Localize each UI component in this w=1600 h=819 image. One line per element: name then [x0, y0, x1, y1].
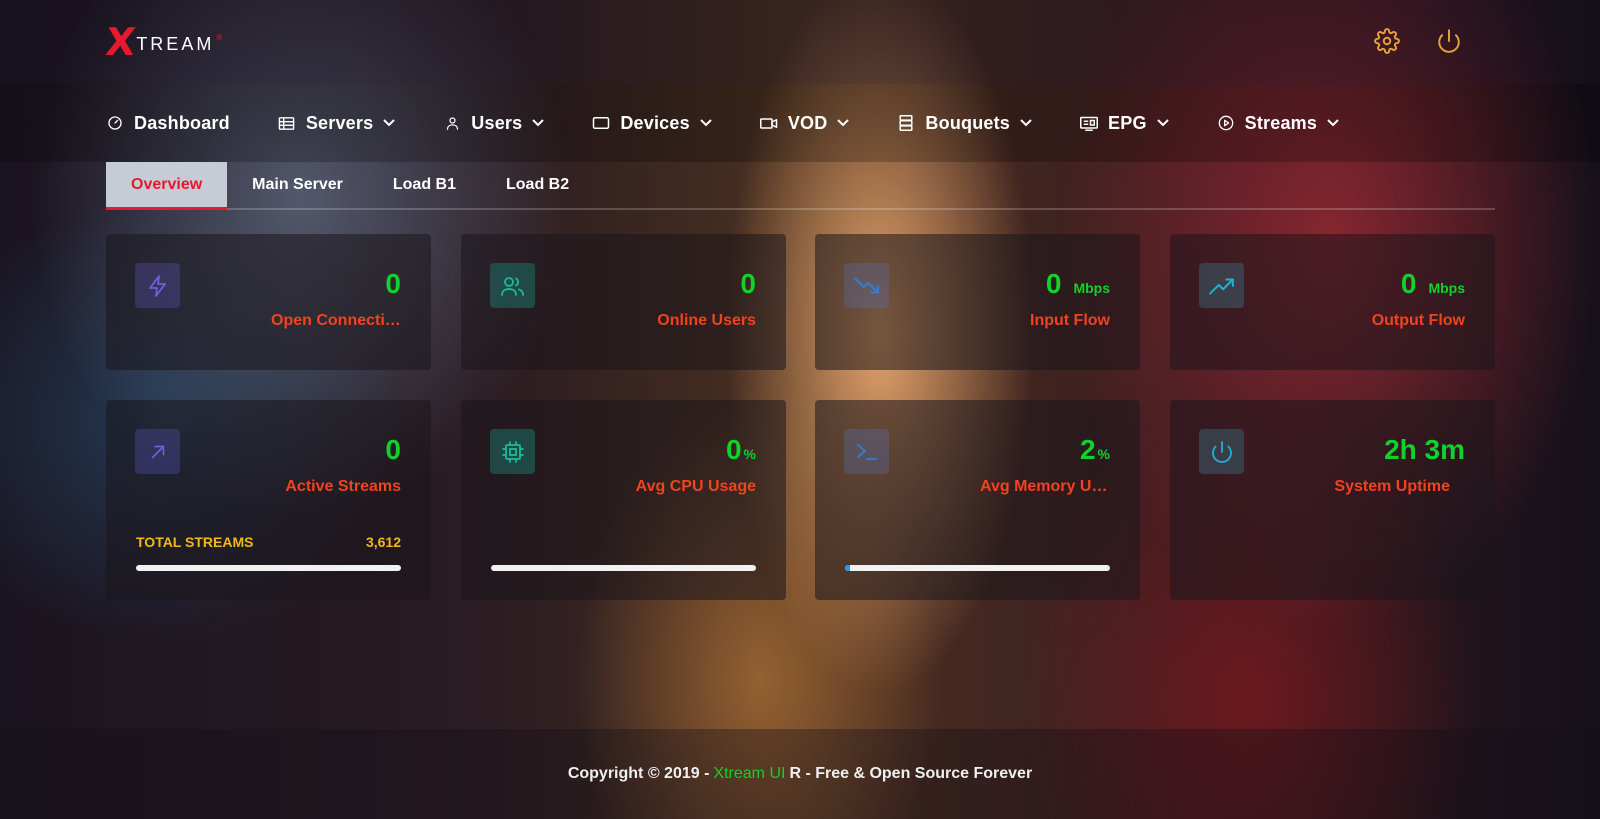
nav-vod-label: VOD — [787, 112, 828, 133]
online-users-value: 0 — [740, 268, 756, 299]
tab-load-b2[interactable]: Load B2 — [481, 162, 594, 208]
footer-tagline: R - Free & Open Source Forever — [789, 765, 1033, 782]
chevron-down-icon — [837, 117, 850, 129]
system-uptime-value: 2h 3m — [1384, 434, 1465, 465]
cpu-icon — [490, 429, 535, 474]
total-streams-value: 3,612 — [365, 534, 401, 550]
bolt-icon — [135, 263, 180, 308]
nav-dashboard-label: Dashboard — [134, 112, 230, 133]
trending-up-icon — [1199, 263, 1244, 308]
nav-users[interactable]: Users — [443, 112, 545, 134]
nav-epg[interactable]: EPG — [1080, 113, 1169, 134]
active-streams-value: 0 — [385, 434, 401, 465]
system-uptime-caption: System Uptime — [1334, 478, 1450, 495]
footer-copyright: Copyright © 2019 - — [567, 765, 710, 782]
output-flow-caption: Output Flow — [1371, 312, 1465, 329]
avg-memory-progress — [845, 565, 1110, 571]
video-icon — [759, 114, 778, 132]
user-icon — [443, 114, 461, 132]
nav-bouquets-label: Bouquets — [925, 112, 1011, 133]
active-streams-progress — [136, 565, 401, 571]
online-users-caption: Online Users — [657, 312, 756, 329]
nav-streams[interactable]: Streams — [1217, 113, 1339, 134]
chevron-down-icon — [1020, 117, 1032, 129]
total-streams-row: TOTAL STREAMS 3,612 — [136, 534, 401, 550]
card-output-flow: 0 Mbps Output Flow — [1170, 234, 1495, 370]
arrow-up-right-icon — [135, 429, 180, 474]
trending-down-icon — [844, 263, 889, 308]
users-icon — [490, 263, 535, 308]
active-streams-caption: Active Streams — [285, 478, 401, 495]
input-flow-caption: Input Flow — [1030, 312, 1110, 329]
nav-users-label: Users — [471, 112, 523, 133]
database-icon — [897, 114, 915, 132]
tab-main-server[interactable]: Main Server — [227, 162, 368, 208]
nav-vod[interactable]: VOD — [759, 112, 850, 134]
card-system-uptime: 2h 3m System Uptime — [1170, 400, 1495, 600]
top-actions — [1372, 26, 1464, 56]
footer-brand-link[interactable]: Xtream UI — [713, 765, 785, 783]
chevron-down-icon — [1156, 117, 1169, 129]
terminal-icon — [844, 429, 889, 474]
logo-x: X — [103, 20, 138, 64]
gear-icon[interactable] — [1372, 26, 1402, 56]
chevron-down-icon — [383, 117, 396, 129]
nav-servers[interactable]: Servers — [278, 112, 396, 134]
chevron-down-icon — [700, 117, 712, 129]
server-tabs: Overview Main Server Load B1 Load B2 — [106, 162, 1495, 210]
input-flow-value: 0 Mbps — [1045, 268, 1110, 299]
card-open-connections: 0 Open Connections — [106, 234, 431, 370]
nav-devices[interactable]: Devices — [592, 112, 712, 134]
top-bar: X TREAM ® — [0, 0, 1600, 84]
card-avg-cpu: 0% Avg CPU Usage — [461, 400, 786, 600]
tab-overview[interactable]: Overview — [106, 162, 228, 210]
avg-cpu-value: 0% — [725, 434, 756, 465]
chevron-down-icon — [1327, 117, 1339, 129]
open-connections-caption: Open Connections — [271, 312, 401, 329]
nav-servers-label: Servers — [305, 112, 374, 133]
avg-cpu-caption: Avg CPU Usage — [635, 478, 756, 495]
card-avg-memory: 2% Avg Memory Usage — [815, 400, 1140, 600]
nav-devices-label: Devices — [620, 112, 690, 133]
card-input-flow: 0 Mbps Input Flow — [815, 234, 1140, 370]
avg-cpu-progress — [491, 565, 756, 571]
nav-epg-label: EPG — [1108, 112, 1147, 133]
nav-dashboard[interactable]: Dashboard — [106, 113, 230, 134]
tab-load-b1[interactable]: Load B1 — [368, 162, 481, 208]
nav-bouquets[interactable]: Bouquets — [897, 113, 1032, 134]
card-active-streams: 0 Active Streams TOTAL STREAMS 3,612 — [106, 400, 431, 600]
server-list-icon — [278, 114, 296, 132]
total-streams-label: TOTAL STREAMS — [136, 534, 254, 550]
avg-memory-value: 2% — [1079, 434, 1110, 465]
card-online-users: 0 Online Users — [461, 234, 786, 370]
power-icon[interactable] — [1434, 26, 1464, 56]
play-circle-icon — [1217, 114, 1235, 132]
gauge-icon — [106, 114, 124, 132]
open-connections-value: 0 — [385, 268, 401, 299]
avg-memory-caption: Avg Memory Usage — [980, 478, 1110, 495]
logo-text: TREAM — [136, 33, 215, 54]
output-flow-value: 0 Mbps — [1400, 268, 1465, 299]
guide-icon — [1080, 114, 1099, 132]
footer: Copyright © 2019 - Xtream UI R - Free & … — [0, 729, 1600, 819]
nav-streams-label: Streams — [1244, 112, 1318, 133]
power-icon — [1199, 429, 1244, 474]
xtream-logo[interactable]: X TREAM ® — [103, 20, 223, 64]
logo-mark: ® — [216, 32, 223, 42]
main-nav: Dashboard Servers Users Devices VOD Bouq… — [0, 84, 1600, 162]
chevron-down-icon — [532, 117, 545, 129]
tablet-icon — [592, 114, 610, 132]
